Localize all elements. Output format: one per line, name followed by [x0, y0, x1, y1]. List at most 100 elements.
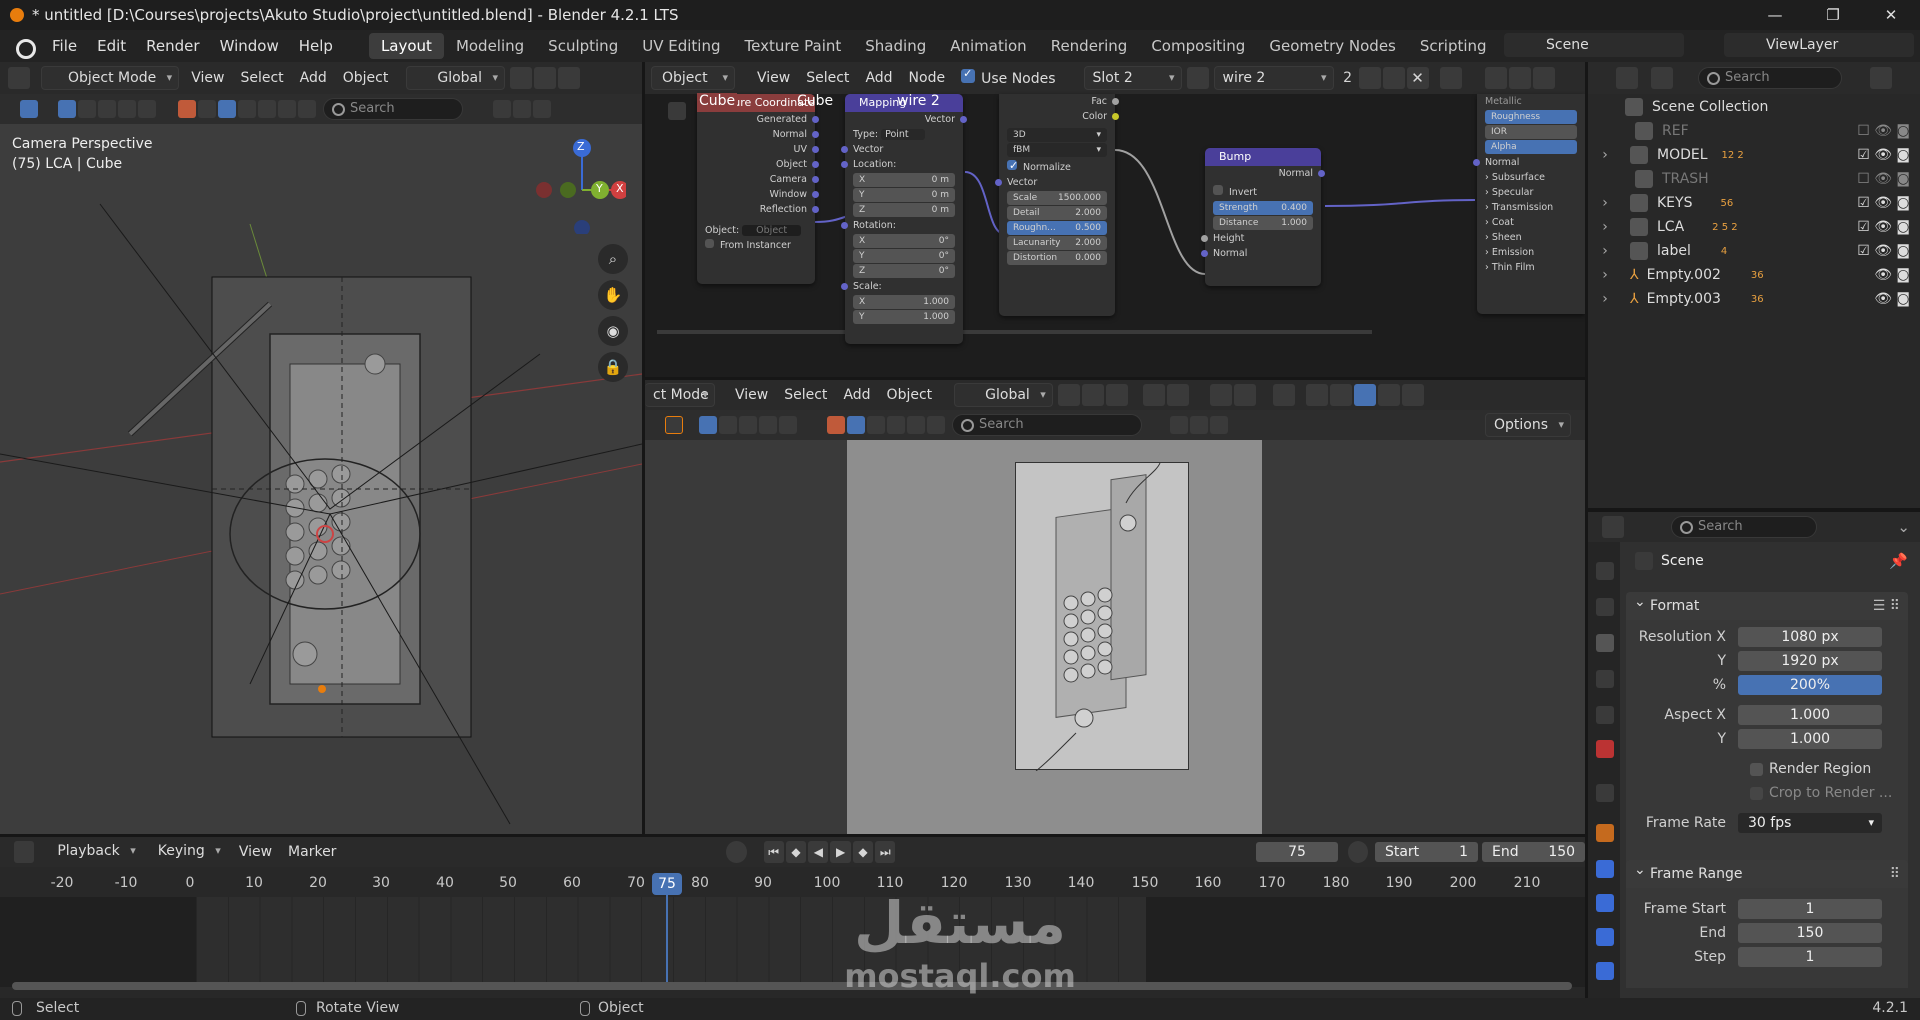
node-snap-mode-icon[interactable]	[1532, 67, 1555, 89]
node-snap-icon[interactable]	[1508, 67, 1531, 89]
select-subtract-icon[interactable]	[98, 100, 116, 118]
display-mode-icon[interactable]	[1651, 67, 1673, 89]
object-mode-dropdown[interactable]: Object Mode	[41, 66, 180, 90]
node-menu-node[interactable]: Node	[901, 70, 954, 86]
noise-distortion-field[interactable]: Distortion 0.000	[1007, 251, 1107, 265]
timeline-menu-view[interactable]: View	[231, 844, 280, 860]
mapping-node[interactable]: Mapping wire 2 Vector Type: Point Vector…	[841, 93, 967, 344]
mapping-type-dropdown[interactable]: Point	[881, 129, 925, 140]
node-select-tool-icon[interactable]	[668, 102, 686, 120]
outliner-row-trash[interactable]: TRASH ☐ 👁 ◙	[1588, 168, 1920, 190]
outliner-row-empty003[interactable]: › ⅄ Empty.003 36 👁 ◙	[1588, 288, 1920, 310]
camview-object-types-icon[interactable]	[827, 416, 845, 434]
timeline-scrollbar[interactable]	[12, 982, 1572, 990]
timeline-end-field[interactable]: End 150	[1482, 842, 1585, 862]
camview-select-box-icon[interactable]	[699, 416, 717, 434]
properties-editor-type-icon[interactable]	[1602, 516, 1624, 538]
outliner[interactable]: Search Scene Collection REF ☐ 👁 ◙ › MODEL 1…	[1588, 62, 1920, 512]
jump-key-back-icon[interactable]: ◆	[785, 841, 807, 863]
bookmark-icon[interactable]	[493, 100, 511, 118]
frame-range-drag-icon[interactable]: ⠿	[1890, 860, 1900, 888]
camview-orientation-dropdown[interactable]: Global	[954, 383, 1053, 407]
outliner-row-label[interactable]: › label 4 ☑ 👁 ◙	[1588, 240, 1920, 262]
duplicate-material-icon[interactable]	[1382, 67, 1405, 89]
scale-x-field[interactable]: X 1.000	[853, 295, 955, 309]
auto-key-icon[interactable]	[726, 841, 747, 863]
resolution-x-field[interactable]: 1080 px	[1738, 627, 1882, 647]
noise-dimensions-dropdown[interactable]: 3D ▾	[1007, 128, 1107, 142]
filter-icon[interactable]	[533, 100, 551, 118]
rotation-y-field[interactable]: Y 0°	[853, 249, 955, 263]
select-box-icon[interactable]	[58, 100, 76, 118]
outliner-row-model[interactable]: › MODEL 12 2 ☑ 👁 ◙	[1588, 144, 1920, 166]
properties-search-input[interactable]: Search	[1671, 516, 1817, 538]
label-visibility-icons[interactable]: ☑ 👁 ◙	[1857, 243, 1910, 259]
parent-node-icon[interactable]	[1484, 67, 1507, 89]
location-z-field[interactable]: Z0 m	[853, 203, 955, 217]
view-options-icon[interactable]	[513, 100, 531, 118]
brush-icon[interactable]	[298, 100, 316, 118]
menu-edit[interactable]: Edit	[87, 37, 136, 55]
camera-viewport[interactable]: ct Mode View Select Add Object Global	[645, 380, 1585, 834]
viewport-menu-view[interactable]: View	[183, 70, 232, 86]
expand-keys-icon[interactable]: ›	[1588, 195, 1622, 211]
navigation-gizmo[interactable]: Z X Y	[530, 138, 629, 236]
camview-menu-add[interactable]: Add	[835, 387, 878, 403]
view-layer-selector[interactable]: ViewLayer	[1724, 33, 1914, 57]
camview-shading-b-icon[interactable]	[887, 416, 905, 434]
playback-dropdown[interactable]: Playback	[49, 840, 141, 864]
material-slot-dropdown[interactable]: Slot 2	[1083, 66, 1182, 90]
gizmo-toggle-icon[interactable]	[1233, 384, 1256, 406]
unlink-material-icon[interactable]: ✕	[1406, 67, 1429, 89]
shading-options-icon[interactable]	[278, 100, 296, 118]
rotation-x-field[interactable]: X 0°	[853, 234, 955, 248]
stopwatch-icon[interactable]	[1347, 841, 1368, 863]
shader-node-editor[interactable]: Object View Select Add Node Use Nodes Sl…	[645, 62, 1585, 377]
scale-y-field[interactable]: Y 1.000	[853, 310, 955, 324]
frame-ruler[interactable]: -20 -10 0 10 20 30 40 50 60 70 80 90 100…	[0, 875, 1585, 897]
visibility-icon[interactable]	[1209, 384, 1232, 406]
pin-context-icon[interactable]: 📌	[1889, 552, 1908, 570]
camview-pivot-icon[interactable]	[1057, 384, 1080, 406]
overlay-toggle-icon[interactable]	[1272, 384, 1295, 406]
fake-user-shield-icon[interactable]	[1358, 67, 1381, 89]
expand-empty003-icon[interactable]: ›	[1588, 291, 1622, 307]
tab-animation[interactable]: Animation	[938, 33, 1038, 59]
scene-selector[interactable]: Scene	[1504, 33, 1684, 57]
viewport-menu-select[interactable]: Select	[232, 70, 291, 86]
transform-orientation-dropdown[interactable]: Global	[406, 66, 506, 90]
pin-icon[interactable]	[1439, 67, 1462, 89]
timeline-editor-type-icon[interactable]	[14, 841, 35, 863]
bsdf-ior-field[interactable]: IOR	[1485, 125, 1577, 139]
trash-visibility-icons[interactable]: ☐ 👁 ◙	[1857, 171, 1910, 187]
minimize-icon[interactable]: —	[1746, 0, 1804, 30]
expand-model-icon[interactable]: ›	[1588, 147, 1622, 163]
texture-coordinate-node[interactable]: Texture Coordinate Cube Cube Generated N…	[697, 93, 833, 284]
proportional-edit-icon[interactable]	[1142, 384, 1165, 406]
menu-file[interactable]: File	[42, 37, 87, 55]
camview-select-tool-icon[interactable]	[665, 416, 683, 434]
bsdf-specular-panel[interactable]: › Specular	[1477, 185, 1585, 200]
empty003-visibility-icons[interactable]: 👁 ◙	[1874, 291, 1910, 307]
bump-distance-field[interactable]: Distance 1.000	[1213, 216, 1313, 230]
keys-visibility-icons[interactable]: ☑ 👁 ◙	[1857, 195, 1910, 211]
noise-roughness-field[interactable]: Roughn... 0.500	[1007, 221, 1107, 235]
scene-collection-row[interactable]: Scene Collection	[1588, 96, 1920, 118]
node-menu-view[interactable]: View	[749, 70, 798, 86]
camview-menu-object[interactable]: Object	[879, 387, 941, 403]
camview-search-input[interactable]: Search	[952, 414, 1142, 436]
outliner-filter-icon[interactable]	[1870, 67, 1892, 89]
outliner-row-keys[interactable]: › KEYS 56 ☑ 👁 ◙	[1588, 192, 1920, 214]
viewport-menu-object[interactable]: Object	[335, 70, 397, 86]
frame-end-field[interactable]: 150	[1738, 923, 1882, 943]
format-panel-header[interactable]: Format ☰ ⠿	[1626, 588, 1908, 620]
options-dropdown[interactable]: Options	[1484, 413, 1571, 437]
object-types-icon[interactable]	[178, 100, 196, 118]
tab-geometry-nodes[interactable]: Geometry Nodes	[1257, 33, 1408, 59]
camview-select-subtract-icon[interactable]	[739, 416, 757, 434]
camview-snap-icon[interactable]	[1081, 384, 1104, 406]
select-extend-icon[interactable]	[78, 100, 96, 118]
camera-view-icon[interactable]: ◉	[598, 316, 628, 346]
tab-compositing[interactable]: Compositing	[1139, 33, 1257, 59]
viewport-menu-add[interactable]: Add	[292, 70, 335, 86]
